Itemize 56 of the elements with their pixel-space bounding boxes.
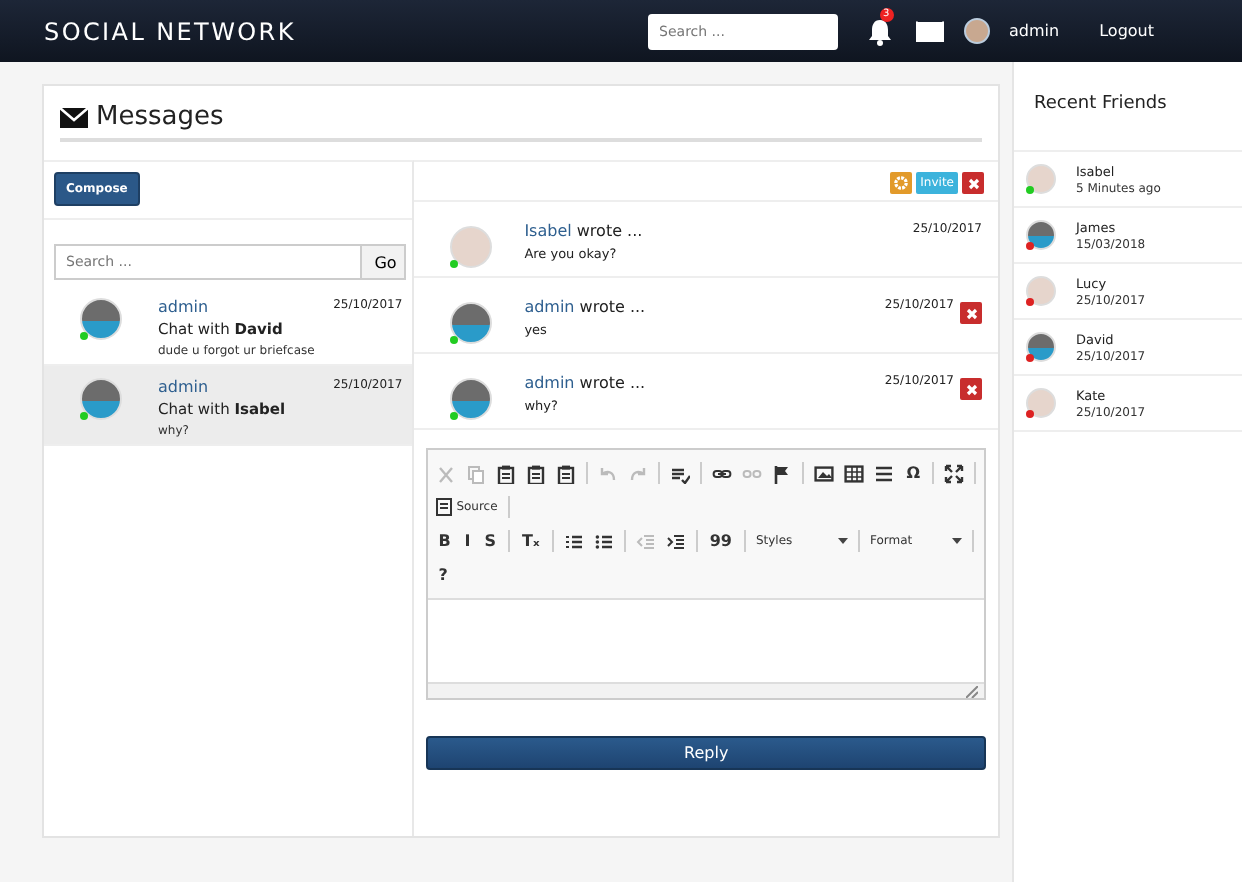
avatar xyxy=(450,302,493,344)
close-icon xyxy=(965,383,977,395)
avatar xyxy=(1026,388,1056,418)
table-icon[interactable] xyxy=(844,463,865,483)
logout-link[interactable]: Logout xyxy=(1099,22,1154,40)
message-header: admin wrote ... xyxy=(524,298,648,316)
delete-button[interactable] xyxy=(960,378,982,400)
bell-icon[interactable] xyxy=(867,17,892,45)
avatar xyxy=(450,378,493,420)
resize-handle-icon[interactable] xyxy=(966,685,978,697)
caret-icon xyxy=(951,538,962,544)
go-button[interactable]: Go xyxy=(362,244,407,280)
message-header: admin wrote ... xyxy=(524,374,648,392)
image-icon[interactable] xyxy=(814,463,835,483)
clipboard-icon[interactable] xyxy=(496,463,517,483)
format-button[interactable]: 99 xyxy=(707,532,734,550)
gear-icon xyxy=(894,176,909,190)
envelope-icon xyxy=(60,105,88,129)
format-button[interactable]: S xyxy=(482,532,499,550)
avatar xyxy=(80,298,122,340)
avatar xyxy=(450,226,493,268)
page-title: Messages xyxy=(96,102,224,132)
avatar xyxy=(1026,164,1056,194)
avatar xyxy=(1026,332,1056,362)
author-name: admin xyxy=(158,378,209,396)
caret-icon xyxy=(837,538,848,544)
panel-title: Recent Friends xyxy=(1014,62,1242,152)
format-button[interactable]: Tₓ xyxy=(520,532,542,550)
maximize-icon[interactable] xyxy=(944,463,964,483)
delete-button[interactable] xyxy=(960,302,982,324)
user-avatar[interactable] xyxy=(963,18,990,44)
format-button[interactable]: Ω xyxy=(904,464,922,482)
format-button[interactable]: I xyxy=(462,532,473,550)
document-icon xyxy=(436,498,453,516)
spellcheck-icon[interactable] xyxy=(670,463,691,483)
avatar xyxy=(80,378,122,420)
avatar xyxy=(1026,276,1056,306)
clipboard-icon[interactable] xyxy=(526,463,547,483)
close-icon xyxy=(967,177,979,189)
username-link[interactable]: admin xyxy=(1009,22,1060,40)
avatar xyxy=(1026,220,1056,250)
clipboard-icon[interactable] xyxy=(556,463,577,483)
brand-logo-text[interactable]: SOCIAL NETWORK xyxy=(44,17,648,45)
close-button[interactable] xyxy=(962,172,984,194)
horizontal-rule-icon[interactable] xyxy=(874,463,895,483)
format-button[interactable]: B xyxy=(436,532,453,550)
reply-button[interactable]: Reply xyxy=(426,736,986,770)
message-header: Isabel wrote ... xyxy=(524,222,645,240)
close-icon xyxy=(965,307,977,319)
format-button[interactable]: ? xyxy=(436,566,450,584)
flag-icon[interactable] xyxy=(772,463,793,483)
numbered-list-icon[interactable] xyxy=(563,531,584,551)
bulleted-list-icon[interactable] xyxy=(593,531,614,551)
mail-icon[interactable] xyxy=(915,19,944,43)
indent-icon[interactable] xyxy=(665,531,686,551)
author-name: admin xyxy=(158,298,209,316)
